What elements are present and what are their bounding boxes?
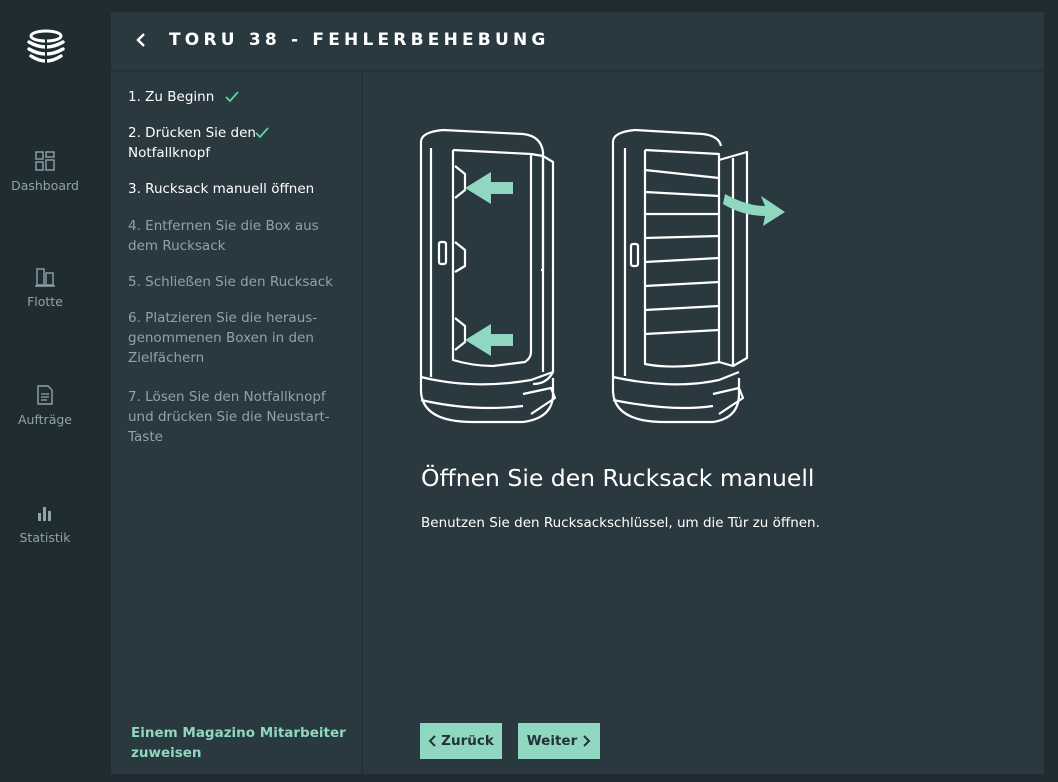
- next-button-label: Weiter: [526, 733, 578, 749]
- check-icon: [255, 127, 269, 139]
- main-panel: TORU 38 - FEHLERBEHEBUNG 1. Zu Beginn 2.…: [111, 12, 1044, 774]
- nav-statistics-label: Statistik: [19, 530, 71, 545]
- step-4[interactable]: 4. Entfernen Sie die Box aus dem Rucksac…: [128, 216, 343, 256]
- nav-orders-label: Aufträge: [18, 412, 72, 427]
- step-5[interactable]: 5. Schließen Sie den Rucksack: [128, 272, 343, 292]
- step-3[interactable]: 3. Rucksack manuell öffnen: [128, 179, 343, 199]
- step-content: Öffnen Sie den Rucksack manuell Benutzen…: [363, 72, 1044, 774]
- back-chevron-icon[interactable]: [133, 30, 149, 50]
- back-button[interactable]: Zurück: [420, 723, 502, 759]
- check-icon: [224, 91, 239, 103]
- robot-backpack-illustration: [419, 128, 785, 424]
- bar-chart-icon: [38, 507, 51, 521]
- step-3-label: 3. Rucksack manuell öffnen: [128, 181, 315, 197]
- magazino-logo: [27, 29, 65, 64]
- nav-dashboard[interactable]: Dashboard: [0, 150, 90, 193]
- steps-list: 1. Zu Beginn 2. Drücken Sie den Notfallk…: [111, 72, 363, 774]
- nav-dashboard-label: Dashboard: [11, 178, 79, 193]
- chevron-right-icon: [583, 735, 591, 747]
- navigation-rail: Dashboard Flotte Aufträge Statistik: [0, 0, 110, 782]
- document-icon: [37, 385, 53, 405]
- step-6[interactable]: 6. Platzieren Sie die heraus- genommenen…: [128, 308, 343, 368]
- next-button[interactable]: Weiter: [518, 723, 600, 759]
- chevron-left-icon: [428, 735, 436, 747]
- step-7[interactable]: 7. Lösen Sie den Notfallknopf und drücke…: [128, 387, 343, 447]
- step-6-label: 6. Platzieren Sie die heraus- genommenen…: [128, 310, 318, 366]
- nav-orders[interactable]: Aufträge: [0, 384, 90, 427]
- dashboard-icon: [35, 151, 55, 171]
- step-2-label: 2. Drücken Sie den Notfallknopf: [128, 125, 256, 161]
- fleet-icon: [35, 268, 55, 287]
- page-header: TORU 38 - FEHLERBEHEBUNG: [111, 12, 1044, 72]
- nav-fleet[interactable]: Flotte: [0, 266, 90, 309]
- nav-statistics[interactable]: Statistik: [0, 502, 90, 545]
- assign-employee-link[interactable]: Einem Magazino Mitarbeiter zuweisen: [131, 723, 351, 763]
- instruction-description: Benutzen Sie den Rucksackschlüssel, um d…: [421, 515, 820, 531]
- step-4-label: 4. Entfernen Sie die Box aus dem Rucksac…: [128, 218, 319, 254]
- step-7-label: 7. Lösen Sie den Notfallknopf und drücke…: [128, 389, 330, 445]
- instruction-title: Öffnen Sie den Rucksack manuell: [421, 464, 815, 492]
- step-2[interactable]: 2. Drücken Sie den Notfallknopf: [128, 123, 343, 163]
- step-1[interactable]: 1. Zu Beginn: [128, 87, 343, 107]
- page-title: TORU 38 - FEHLERBEHEBUNG: [169, 30, 550, 50]
- nav-fleet-label: Flotte: [27, 294, 63, 309]
- back-button-label: Zurück: [441, 733, 494, 749]
- step-5-label: 5. Schließen Sie den Rucksack: [128, 274, 333, 290]
- step-1-label: 1. Zu Beginn: [128, 89, 215, 105]
